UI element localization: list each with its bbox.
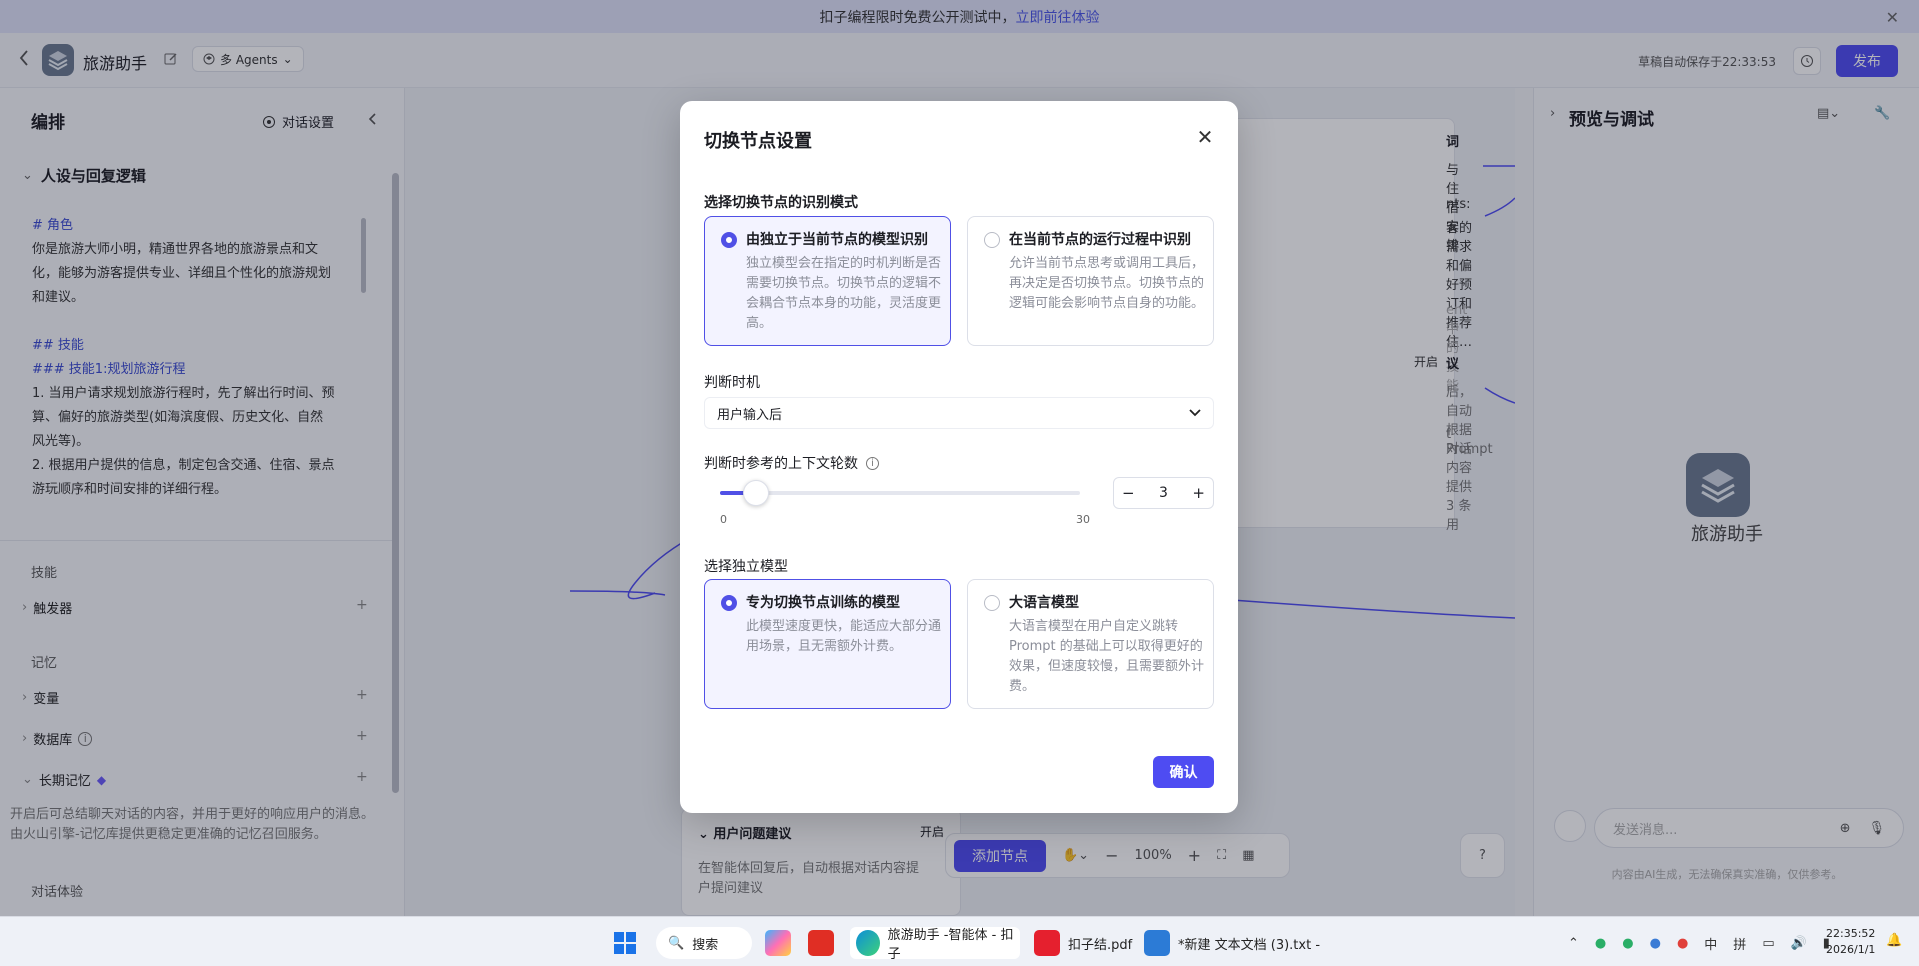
confirm-button[interactable]: 确认: [1153, 756, 1214, 788]
context-slider-track[interactable]: [720, 491, 1080, 495]
tray-app-icon[interactable]: ●: [1677, 936, 1688, 951]
option-title: 大语言模型: [1009, 595, 1079, 611]
radio-selected[interactable]: [721, 232, 737, 248]
taskbar-app-notepad[interactable]: *新建 文本文档 (3).txt -: [1144, 927, 1320, 959]
start-button[interactable]: [613, 927, 637, 959]
windows-taskbar: 🔍 搜索 旅游助手 -智能体 - 扣子 扣子结.pdf *新建 文本文档 (3)…: [0, 916, 1919, 966]
edge-icon: [856, 930, 880, 956]
timing-value: 用户输入后: [717, 407, 783, 423]
context-rounds-value: 3: [1159, 485, 1168, 501]
wechat-icon[interactable]: ●: [1595, 936, 1606, 951]
model-option-llm[interactable]: 大语言模型 大语言模型在用户自定义跳转 Prompt 的基础上可以取得更好的效果…: [967, 579, 1214, 709]
switch-node-settings-dialog: 切换节点设置 ✕ 选择切换节点的识别模式 由独立于当前节点的模型识别 独立模型会…: [680, 101, 1238, 813]
context-rounds-stepper[interactable]: − 3 +: [1113, 477, 1214, 509]
taskbar-app-browser[interactable]: 旅游助手 -智能体 - 扣子: [850, 927, 1020, 962]
slider-min: 0: [720, 513, 727, 526]
radio-unselected[interactable]: [984, 595, 1000, 611]
mode-option-in-process[interactable]: 在当前节点的运行过程中识别 允许当前节点思考或调用工具后，再决定是否切换节点。切…: [967, 216, 1214, 346]
close-icon[interactable]: ✕: [1193, 125, 1217, 149]
notification-bell-icon[interactable]: 🔔: [1886, 933, 1902, 948]
date: 2026/1/1: [1826, 943, 1876, 956]
timing-select[interactable]: 用户输入后: [704, 397, 1214, 429]
chevron-up-icon[interactable]: ⌃: [1568, 936, 1579, 951]
model-option-switch-trained[interactable]: 专为切换节点训练的模型 此模型速度更快，能适应大部分通用场景，且无需额外计费。: [704, 579, 951, 709]
notepad-icon: [1144, 930, 1170, 956]
context-slider-handle[interactable]: [743, 480, 769, 506]
chevron-down-icon: [1189, 409, 1201, 417]
time: 22:35:52: [1826, 927, 1876, 940]
app-label: 扣子结.pdf: [1068, 937, 1133, 953]
pdf-icon: [1034, 930, 1060, 956]
timing-label: 判断时机: [704, 375, 760, 391]
ime-pinyin[interactable]: 拼: [1733, 934, 1746, 953]
copilot-icon[interactable]: [765, 927, 791, 959]
windows-icon: [614, 932, 636, 954]
taskbar-search[interactable]: 🔍 搜索: [656, 927, 752, 959]
ime-mode[interactable]: 中: [1704, 934, 1717, 953]
dialog-title: 切换节点设置: [704, 131, 812, 152]
system-tray: ⌃ ● ● ● ● 中 拼 ▭ 🔊 ▮: [1568, 927, 1830, 959]
app-label: 旅游助手 -智能体 - 扣子: [887, 928, 1014, 962]
taskbar-app-pdf[interactable]: 扣子结.pdf: [1034, 927, 1132, 959]
search-icon: 🔍: [668, 935, 685, 951]
model-section-title: 选择独立模型: [704, 559, 788, 575]
minus-icon[interactable]: −: [1122, 484, 1135, 502]
radio-selected[interactable]: [721, 595, 737, 611]
mode-section-title: 选择切换节点的识别模式: [704, 195, 858, 211]
plus-icon[interactable]: +: [1192, 484, 1205, 502]
app-label: *新建 文本文档 (3).txt -: [1178, 937, 1321, 953]
option-title: 由独立于当前节点的模型识别: [746, 232, 928, 248]
radio-unselected[interactable]: [984, 232, 1000, 248]
option-title: 在当前节点的运行过程中识别: [1009, 232, 1191, 248]
context-rounds-label-row: 判断时参考的上下文轮数 i: [704, 453, 879, 473]
mode-option-independent[interactable]: 由独立于当前节点的模型识别 独立模型会在指定的时机判断是否需要切换节点。切换节点…: [704, 216, 951, 346]
tray-app-icon[interactable]: ●: [1622, 936, 1633, 951]
option-description: 独立模型会在指定的时机判断是否需要切换节点。切换节点的逻辑不会耦合节点本身的功能…: [746, 256, 942, 331]
display-icon[interactable]: ▭: [1762, 936, 1774, 951]
slider-max: 30: [1076, 513, 1090, 526]
option-description: 大语言模型在用户自定义跳转 Prompt 的基础上可以取得更好的效果，但速度较慢…: [1009, 619, 1205, 694]
info-icon[interactable]: i: [866, 456, 879, 470]
option-description: 允许当前节点思考或调用工具后，再决定是否切换节点。切换节点的逻辑可能会影响节点自…: [1009, 256, 1205, 311]
wps-icon[interactable]: [808, 927, 834, 959]
volume-icon[interactable]: 🔊: [1791, 936, 1807, 951]
option-title: 专为切换节点训练的模型: [746, 595, 900, 611]
option-description: 此模型速度更快，能适应大部分通用场景，且无需额外计费。: [746, 619, 942, 654]
search-label: 搜索: [692, 937, 719, 953]
tray-app-icon[interactable]: ●: [1650, 936, 1661, 951]
clock[interactable]: 22:35:52 2026/1/1: [1826, 926, 1875, 958]
context-rounds-label: 判断时参考的上下文轮数: [704, 456, 858, 472]
